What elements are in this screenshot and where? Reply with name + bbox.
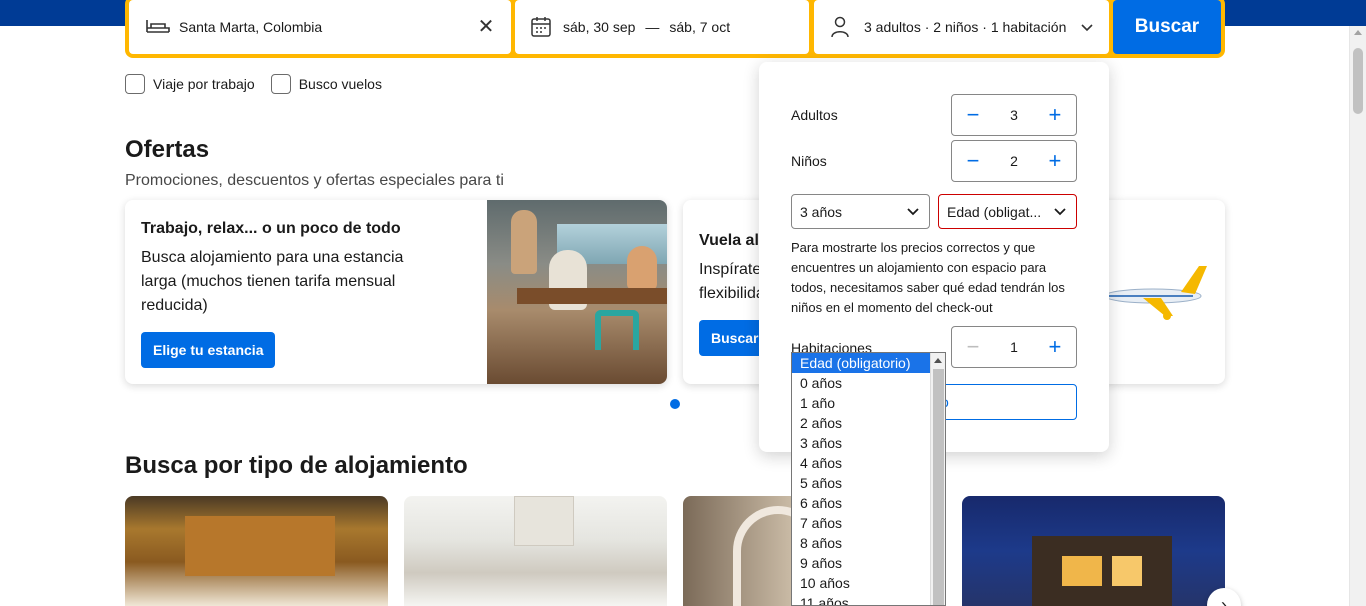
offer-card: Trabajo, relax... o un poco de todo Busc… — [125, 200, 667, 384]
dropdown-option[interactable]: 7 años — [792, 513, 930, 533]
clear-icon[interactable]: ✕ — [475, 16, 497, 38]
property-types-title: Busca por tipo de alojamiento — [125, 452, 468, 479]
search-bar: Santa Marta, Colombia ✕ sáb, 30 sep — sá… — [125, 0, 1225, 58]
checkout-date: sáb, 7 oct — [669, 19, 731, 35]
page-scrollbar[interactable] — [1349, 26, 1366, 606]
dropdown-option[interactable]: 2 años — [792, 413, 930, 433]
dates-field[interactable]: sáb, 30 sep — sáb, 7 oct — [515, 0, 809, 54]
chevron-down-icon — [905, 204, 921, 220]
dropdown-option[interactable]: 5 años — [792, 473, 930, 493]
search-options: Viaje por trabajo Busco vuelos — [125, 74, 382, 94]
flights-checkbox[interactable]: Busco vuelos — [270, 74, 382, 94]
search-button[interactable]: Buscar — [1113, 0, 1221, 54]
adults-label: Adultos — [791, 107, 838, 123]
dropdown-option[interactable]: 0 años — [792, 373, 930, 393]
dropdown-option[interactable]: 10 años — [792, 573, 930, 593]
work-trip-checkbox[interactable]: Viaje por trabajo — [125, 74, 255, 94]
chevron-down-icon — [1052, 204, 1068, 220]
plus-icon[interactable]: + — [1044, 336, 1066, 358]
offer-card-title: Trabajo, relax... o un poco de todo — [141, 220, 401, 237]
offers-title: Ofertas — [125, 136, 210, 163]
dropdown-option[interactable]: 9 años — [792, 553, 930, 573]
child-age-info: Para mostrarte los precios correctos y q… — [791, 240, 1065, 315]
plus-icon[interactable]: + — [1044, 104, 1066, 126]
children-stepper: − 2 + — [951, 140, 1077, 182]
age-dropdown-list[interactable]: Edad (obligatorio) 0 años 1 año 2 años 3… — [791, 352, 946, 606]
offer-card-desc: Busca alojamiento para una estancia larg… — [141, 249, 404, 314]
plus-icon[interactable]: + — [1044, 150, 1066, 172]
children-count: 2 — [1010, 153, 1018, 169]
property-type-image[interactable] — [962, 496, 1225, 606]
dropdown-scrollbar[interactable] — [930, 353, 945, 605]
offers-subtitle: Promociones, descuentos y ofertas especi… — [125, 172, 504, 189]
destination-value: Santa Marta, Colombia — [179, 19, 323, 35]
choose-stay-button[interactable]: Elige tu estancia — [141, 332, 276, 368]
adults-count: 3 — [1010, 107, 1018, 123]
child-age-value: 3 años — [800, 203, 843, 220]
checkbox-label: Viaje por trabajo — [153, 76, 255, 92]
chevron-down-icon — [1079, 19, 1095, 35]
minus-icon[interactable]: − — [962, 336, 984, 358]
dropdown-option[interactable]: 4 años — [792, 453, 930, 473]
checkbox-label: Busco vuelos — [298, 76, 382, 92]
checkin-date: sáb, 30 sep — [563, 19, 636, 35]
scrollbar-thumb[interactable] — [1353, 48, 1363, 114]
airplane-illustration — [1103, 260, 1213, 324]
scroll-up-icon[interactable] — [1354, 30, 1362, 35]
minus-icon[interactable]: − — [962, 150, 984, 172]
dropdown-option[interactable]: 3 años — [792, 433, 930, 453]
rooms-stepper: − 1 + — [951, 326, 1077, 368]
adults-stepper: − 3 + — [951, 94, 1077, 136]
dropdown-option[interactable]: 6 años — [792, 493, 930, 513]
property-type-image[interactable] — [404, 496, 667, 606]
property-type-image[interactable] — [125, 496, 388, 606]
dropdown-option[interactable]: Edad (obligatorio) — [792, 353, 930, 373]
carousel-dot[interactable] — [670, 399, 680, 409]
scroll-up-icon[interactable] — [934, 358, 942, 363]
dropdown-option[interactable]: 11 años — [792, 593, 930, 605]
date-separator: — — [645, 19, 660, 35]
guests-field[interactable]: 3 adultos · 2 niños · 1 habitación — [814, 0, 1109, 54]
destination-field[interactable]: Santa Marta, Colombia ✕ — [129, 0, 511, 54]
checkbox-box[interactable] — [125, 74, 145, 94]
child-age-select-2[interactable]: Edad (obligat... — [938, 194, 1077, 229]
bed-icon — [145, 16, 171, 38]
rooms-count: 1 — [1010, 339, 1018, 355]
child-age-select-1[interactable]: 3 años — [791, 194, 930, 229]
dropdown-scrollbar-thumb[interactable] — [933, 369, 944, 605]
offer-photo — [487, 200, 667, 384]
children-label: Niños — [791, 153, 827, 169]
person-icon — [830, 16, 856, 38]
calendar-icon — [529, 16, 555, 38]
guests-summary: 3 adultos · 2 niños · 1 habitación — [864, 19, 1067, 35]
dropdown-option[interactable]: 8 años — [792, 533, 930, 553]
checkbox-box[interactable] — [270, 74, 291, 94]
dropdown-option[interactable]: 1 año — [792, 393, 930, 413]
child-age-value: Edad (obligat... — [947, 203, 1042, 220]
offer-card-title: Vuela al — [699, 232, 759, 249]
minus-icon[interactable]: − — [962, 104, 984, 126]
